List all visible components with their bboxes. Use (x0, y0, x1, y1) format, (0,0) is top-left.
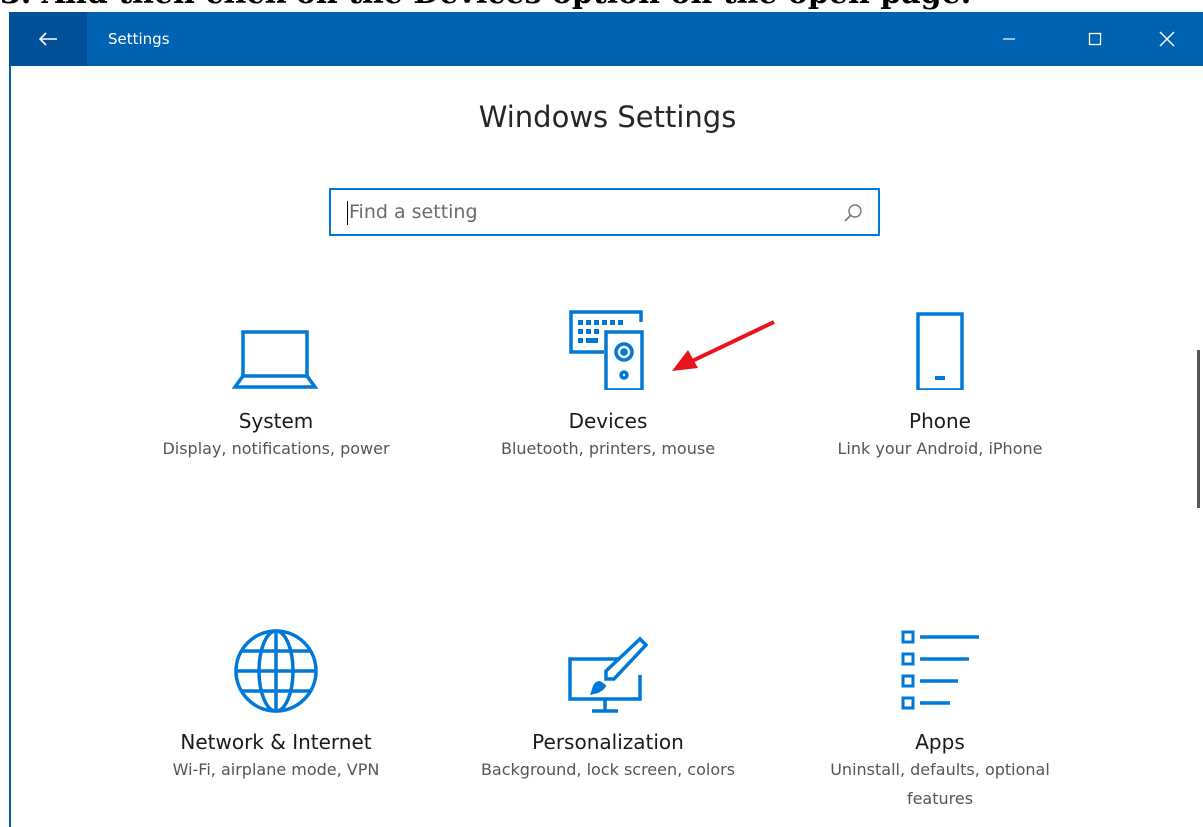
tile-title: Devices (568, 409, 648, 433)
text-cursor (347, 201, 348, 225)
tile-description: Bluetooth, printers, mouse (500, 439, 716, 458)
tile-description: Display, notifications, power (162, 439, 390, 458)
personalization-icon (568, 636, 649, 713)
tile-title: Apps (915, 730, 965, 754)
search-box[interactable] (329, 188, 880, 236)
minimize-button[interactable] (973, 12, 1045, 66)
page-title: Windows Settings (478, 100, 737, 134)
tile-apps[interactable]: Apps Uninstall, defaults, optional featu… (800, 627, 1080, 813)
apps-list-icon (901, 630, 979, 710)
back-button[interactable] (9, 12, 87, 66)
tile-description: Wi-Fi, airplane mode, VPN (172, 760, 380, 779)
globe-icon (234, 629, 318, 713)
close-button[interactable] (1131, 12, 1203, 66)
tile-title: Phone (909, 409, 971, 433)
search-input[interactable] (349, 190, 829, 234)
laptop-icon (231, 330, 319, 389)
app-title: Settings (108, 30, 170, 48)
tile-description: Uninstall, defaults, optional features (830, 760, 1050, 808)
scrollbar-thumb[interactable] (1197, 350, 1200, 508)
title-bar: Settings (9, 12, 1203, 66)
phone-icon (916, 312, 964, 390)
instruction-caption: 3. And then click on the Devices option … (0, 0, 1203, 12)
tile-system[interactable]: System Display, notifications, power (136, 308, 416, 463)
tile-title: Personalization (532, 730, 684, 754)
tile-title: System (238, 409, 314, 433)
tile-title: Network & Internet (180, 730, 372, 754)
back-arrow-icon (38, 32, 57, 46)
maximize-button[interactable] (1059, 12, 1131, 66)
minimize-icon (1003, 38, 1015, 40)
close-icon (1159, 31, 1175, 47)
annotation-arrow-icon (672, 320, 775, 371)
search-icon[interactable] (842, 202, 864, 224)
maximize-icon (1088, 32, 1102, 46)
tile-description: Background, lock screen, colors (480, 760, 736, 779)
tile-network-internet[interactable]: Network & Internet Wi-Fi, airplane mode,… (136, 627, 416, 784)
tile-description: Link your Android, iPhone (837, 439, 1043, 458)
tile-phone[interactable]: Phone Link your Android, iPhone (800, 308, 1080, 463)
tile-personalization[interactable]: Personalization Background, lock screen,… (468, 627, 748, 784)
